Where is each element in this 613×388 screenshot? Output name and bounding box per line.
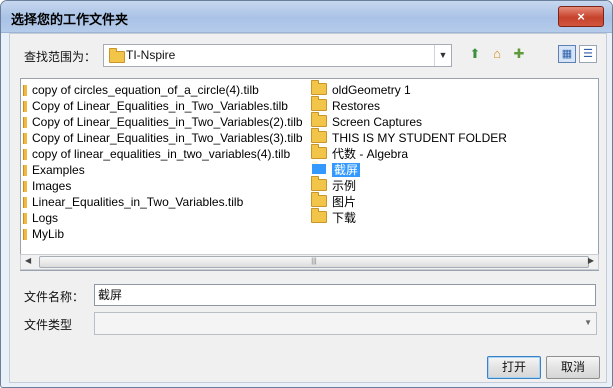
- file-icon: [23, 117, 27, 128]
- chevron-down-icon[interactable]: ▼: [584, 318, 592, 327]
- folder-icon: [311, 176, 327, 191]
- scroll-left-icon[interactable]: ◀: [25, 256, 31, 265]
- list-item[interactable]: Copy of Linear_Equalities_in_Two_Variabl…: [23, 98, 288, 114]
- list-item[interactable]: oldGeometry 1: [311, 80, 411, 98]
- folder-icon: [311, 112, 327, 127]
- new-folder-icon[interactable]: ✚: [510, 46, 528, 62]
- scroll-right-icon[interactable]: ▶: [588, 256, 594, 265]
- file-icon: [23, 197, 27, 208]
- file-icon: [23, 85, 27, 96]
- list-item[interactable]: Images: [23, 178, 71, 194]
- folder-up-icon[interactable]: ⬆: [466, 46, 484, 62]
- file-icon: [23, 229, 27, 240]
- list-item[interactable]: Restores: [311, 96, 380, 114]
- folder-icon: [311, 144, 327, 159]
- folder-picker-dialog: 选择您的工作文件夹 × 查找范围为： TI-Nspire ▼ ⬆ ⌂ ✚ ▦ ☰…: [0, 0, 613, 388]
- list-item[interactable]: MyLib: [23, 226, 64, 242]
- list-item[interactable]: Examples: [23, 162, 85, 178]
- chevron-down-icon[interactable]: ▼: [434, 45, 451, 66]
- list-item[interactable]: Logs: [23, 210, 58, 226]
- file-name-input[interactable]: 截屏: [94, 284, 596, 306]
- dialog-title: 选择您的工作文件夹: [11, 12, 129, 27]
- file-icon: [23, 165, 27, 176]
- scrollbar-thumb[interactable]: |||: [39, 256, 589, 268]
- list-item[interactable]: 代数 - Algebra: [311, 144, 408, 162]
- folder-icon: [311, 80, 327, 95]
- list-item[interactable]: Copy of Linear_Equalities_in_Two_Variabl…: [23, 130, 303, 146]
- home-icon[interactable]: ⌂: [488, 46, 506, 62]
- details-view-icon[interactable]: ☰: [579, 45, 597, 63]
- file-icon: [23, 133, 27, 144]
- close-button[interactable]: ×: [558, 6, 604, 27]
- file-type-dropdown[interactable]: ▼: [94, 312, 597, 335]
- folder-icon: [311, 208, 327, 223]
- file-name-label: 文件名称：: [24, 290, 85, 304]
- folder-icon: [311, 128, 327, 143]
- list-item[interactable]: Copy of Linear_Equalities_in_Two_Variabl…: [23, 114, 303, 130]
- look-in-label: 查找范围为：: [24, 50, 97, 64]
- list-item[interactable]: copy of linear_equalities_in_two_variabl…: [23, 146, 290, 162]
- list-item[interactable]: Screen Captures: [311, 112, 422, 130]
- file-list[interactable]: copy of circles_equation_of_a_circle(4).…: [20, 78, 599, 271]
- file-type-label: 文件类型: [24, 318, 73, 332]
- open-button[interactable]: 打开: [487, 356, 541, 379]
- folder-icon: [311, 160, 327, 175]
- folder-icon: [311, 192, 327, 207]
- list-item[interactable]: 下载: [311, 208, 356, 226]
- list-item[interactable]: THIS IS MY STUDENT FOLDER: [311, 128, 507, 146]
- file-icon: [23, 213, 27, 224]
- list-item[interactable]: copy of circles_equation_of_a_circle(4).…: [23, 82, 259, 98]
- look-in-value: TI-Nspire: [126, 48, 176, 62]
- file-icon: [23, 149, 27, 160]
- horizontal-scrollbar[interactable]: ◀ ||| ▶: [20, 254, 599, 270]
- look-in-dropdown[interactable]: TI-Nspire ▼: [103, 44, 452, 67]
- folder-icon: [311, 96, 327, 111]
- file-icon: [23, 181, 27, 192]
- list-item[interactable]: Linear_Equalities_in_Two_Variables.tilb: [23, 194, 243, 210]
- title-bar: 选择您的工作文件夹 ×: [1, 1, 612, 33]
- list-view-icon[interactable]: ▦: [558, 45, 576, 63]
- cancel-button[interactable]: 取消: [546, 356, 600, 379]
- file-icon: [23, 101, 27, 112]
- folder-icon: [109, 48, 125, 63]
- dialog-body: 查找范围为： TI-Nspire ▼ ⬆ ⌂ ✚ ▦ ☰ copy of cir…: [9, 33, 607, 383]
